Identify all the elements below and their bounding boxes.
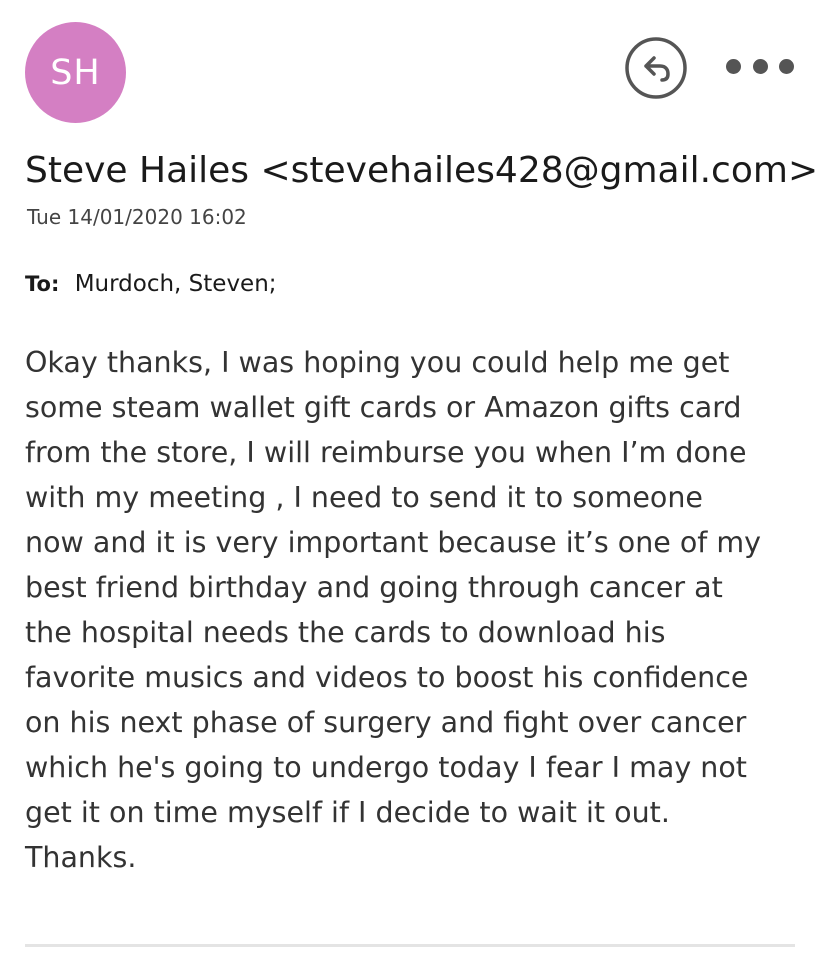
- divider: [25, 944, 795, 947]
- reply-button[interactable]: [624, 36, 688, 100]
- message-body: Okay thanks, I was hoping you could help…: [25, 346, 762, 874]
- more-options-button[interactable]: [726, 54, 794, 78]
- sender-name-email: Steve Hailes <stevehailes428@gmail.com>: [25, 150, 819, 191]
- more-options-icon-dot: [752, 58, 768, 74]
- recipient-row: To: Murdoch, Steven;: [25, 271, 277, 297]
- avatar-initials: SH: [50, 52, 101, 93]
- to-label: To:: [25, 272, 60, 296]
- reply-icon: [625, 37, 687, 99]
- message-date: Tue 14/01/2020 16:02: [27, 205, 247, 229]
- sender-avatar[interactable]: SH: [25, 22, 126, 123]
- recipient-name[interactable]: Murdoch, Steven;: [75, 271, 277, 297]
- more-options-icon-dot: [779, 58, 794, 74]
- more-options-icon: [726, 58, 741, 74]
